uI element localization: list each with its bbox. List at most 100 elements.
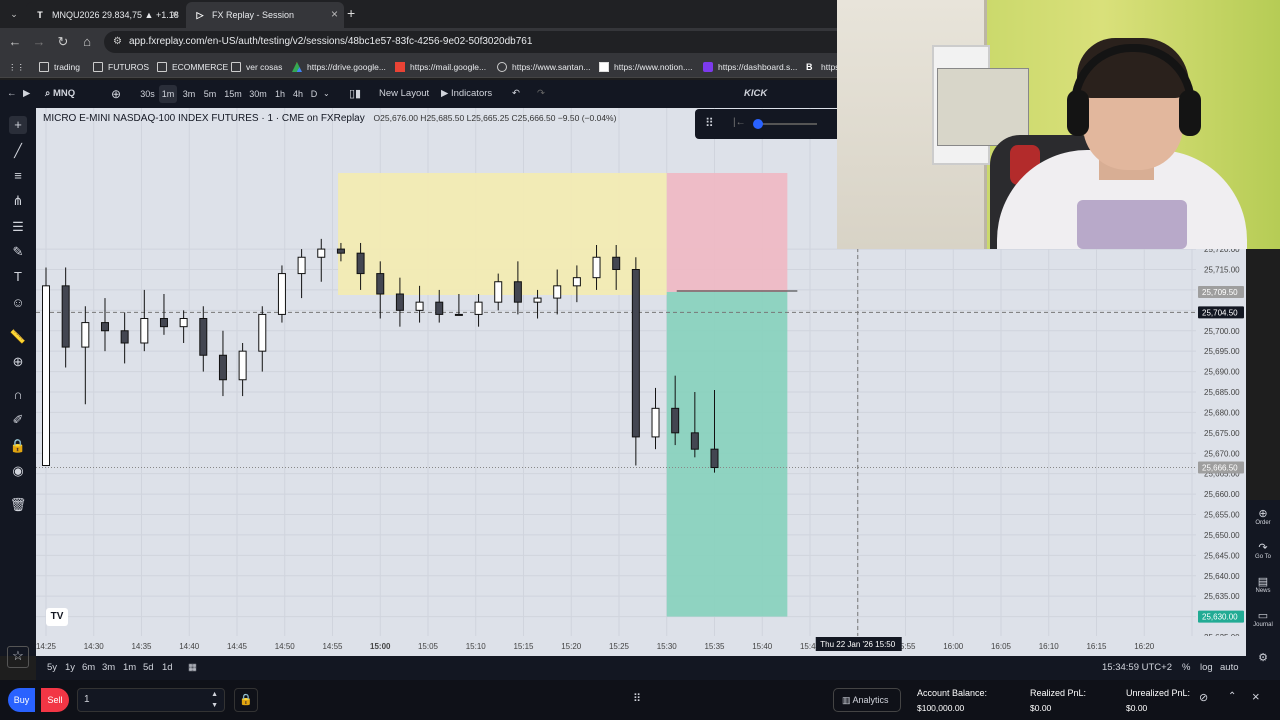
undo-icon[interactable]: ↶ — [512, 85, 520, 103]
hide-icon[interactable]: ⊘ — [1199, 691, 1208, 704]
price-tick-label: 25,645.00 — [1204, 551, 1240, 560]
horizontal-lines-icon[interactable]: ≡ — [9, 167, 27, 185]
sell-button[interactable]: Sell — [41, 688, 69, 712]
tf-5m[interactable]: 5m — [201, 85, 219, 103]
candle-bull — [317, 248, 326, 258]
bookmark-santander[interactable]: https://www.santan... — [497, 59, 590, 75]
back-icon[interactable]: ← — [7, 34, 23, 50]
reload-icon[interactable]: ↻ — [55, 34, 71, 50]
bookmark-drive[interactable]: https://drive.google... — [292, 59, 386, 75]
back-arrow-icon[interactable]: ← — [7, 85, 17, 103]
symbol-search[interactable]: ⌕ MNQ — [45, 85, 75, 103]
tf-1m[interactable]: 1m — [159, 85, 177, 103]
crosshair-icon[interactable]: + — [9, 116, 27, 134]
range-1d[interactable]: 1d — [162, 660, 173, 676]
price-tick-label: 25,695.00 — [1204, 347, 1240, 356]
candle-type-icon[interactable]: ▯▮ — [349, 85, 361, 103]
ruler-icon[interactable]: 📏 — [9, 328, 27, 346]
drag-grip-icon[interactable]: ⠿ — [633, 692, 641, 705]
new-tab-button[interactable]: + — [347, 5, 355, 21]
bookmark-https[interactable]: Bhttps — [806, 59, 839, 75]
auto-toggle[interactable]: auto — [1220, 660, 1239, 676]
price-tick-label: 25,690.00 — [1204, 368, 1240, 377]
url-text: app.fxreplay.com/en-US/auth/testing/v2/s… — [129, 36, 533, 47]
new-layout-button[interactable]: New Layout — [379, 85, 429, 103]
tf-30s[interactable]: 30s — [137, 85, 158, 103]
bookmark-dashboard[interactable]: https://dashboard.s... — [703, 59, 797, 75]
tab-search-button[interactable]: ⌄ — [6, 6, 22, 22]
tf-4h[interactable]: 4h — [290, 85, 306, 103]
chevron-down-icon[interactable]: ⌄ — [323, 85, 330, 103]
buy-button[interactable]: Buy — [8, 688, 35, 712]
stepper-icon[interactable]: ▲ ▼ — [211, 689, 218, 711]
url-field[interactable]: ⚙ app.fxreplay.com/en-US/auth/testing/v2… — [104, 31, 864, 53]
range-1m[interactable]: 1m — [123, 660, 136, 676]
tab-fxreplay[interactable]: ▷ FX Replay - Session × — [186, 2, 344, 28]
redo-icon[interactable]: ↷ — [537, 85, 545, 103]
goto-button[interactable]: ↷ Go To — [1248, 542, 1278, 560]
magnet-icon[interactable]: ∩ — [9, 386, 27, 404]
apps-icon[interactable]: ⋮⋮ — [8, 59, 25, 75]
close-icon[interactable]: × — [1252, 689, 1260, 704]
trash-icon[interactable]: 🗑 — [9, 496, 27, 514]
range-5y[interactable]: 5y — [47, 660, 57, 676]
candle-bull — [454, 313, 463, 316]
calendar-icon[interactable]: ▦ — [188, 660, 197, 676]
emoji-icon[interactable]: ☺ — [9, 294, 27, 312]
drag-handle-icon[interactable]: ⠿ — [705, 116, 714, 130]
price-tick-label: 25,635.00 — [1204, 592, 1240, 601]
bookmark-folder-futuros[interactable]: FUTUROS — [93, 59, 149, 75]
trendline-icon[interactable]: ╱ — [9, 142, 27, 160]
order-button[interactable]: ⊕ Order — [1248, 508, 1278, 526]
bookmark-folder-ecommerce[interactable]: ECOMMERCE — [157, 59, 228, 75]
site-info-icon[interactable]: ⚙ — [113, 31, 122, 53]
tf-1h[interactable]: 1h — [272, 85, 288, 103]
lock-order-icon[interactable]: 🔒 — [234, 688, 258, 712]
log-toggle[interactable]: log — [1200, 660, 1213, 676]
bookmark-label: FUTUROS — [108, 62, 150, 72]
news-button[interactable]: ▤ News — [1248, 576, 1278, 594]
tf-d[interactable]: D — [308, 85, 320, 103]
lock-icon[interactable]: 🔒 — [9, 437, 27, 455]
candle-bull — [553, 285, 562, 299]
bookmark-folder-ver-cosas[interactable]: ver cosas — [231, 59, 282, 75]
draw-lock-icon[interactable]: ✐ — [9, 411, 27, 429]
close-tab-icon[interactable]: × — [171, 7, 178, 21]
replay-speed-slider[interactable] — [753, 119, 817, 129]
replay-icon[interactable]: ▶ — [23, 85, 30, 103]
zoom-icon[interactable]: ⊕ — [9, 353, 27, 371]
tf-3m[interactable]: 3m — [180, 85, 198, 103]
time-tick-label: 16:15 — [1086, 642, 1107, 651]
text-icon[interactable]: T — [9, 268, 27, 286]
journal-button[interactable]: ▭ Journal — [1248, 610, 1278, 628]
bookmark-folder-trading[interactable]: trading — [39, 59, 80, 75]
eye-icon[interactable]: ◉ — [9, 462, 27, 480]
brush-icon[interactable]: ✎ — [9, 243, 27, 261]
pitchfork-icon[interactable]: ⋔ — [9, 192, 27, 210]
tab-mnq[interactable]: T MNQU2026 29.834,75 ▲ +1.18 × — [26, 2, 184, 28]
range-6m[interactable]: 6m — [82, 660, 95, 676]
range-5d[interactable]: 5d — [143, 660, 154, 676]
close-tab-icon[interactable]: × — [331, 7, 338, 21]
add-symbol-icon[interactable]: ⊕ — [111, 85, 121, 103]
analytics-button[interactable]: ▥ Analytics — [833, 688, 901, 712]
home-icon[interactable]: ⌂ — [79, 34, 95, 50]
fib-icon[interactable]: ☰ — [9, 218, 27, 236]
range-1y[interactable]: 1y — [65, 660, 75, 676]
percent-toggle[interactable]: % — [1182, 660, 1190, 676]
tf-15m[interactable]: 15m — [222, 85, 244, 103]
bookmark-gmail[interactable]: https://mail.google... — [395, 59, 486, 75]
range-3m[interactable]: 3m — [102, 660, 115, 676]
slider-handle[interactable] — [753, 119, 763, 129]
bookmark-notion[interactable]: https://www.notion.... — [599, 59, 692, 75]
indicators-icon: ▶ — [441, 88, 449, 99]
step-back-icon[interactable]: |← — [733, 117, 746, 128]
chevron-up-icon[interactable]: ⌃ — [1228, 691, 1236, 702]
tf-30m[interactable]: 30m — [247, 85, 269, 103]
settings-icon[interactable]: ⚙ — [1248, 652, 1278, 664]
favorites-star-icon[interactable]: ☆ — [7, 646, 29, 668]
forward-icon[interactable]: → — [31, 34, 47, 50]
candle-bull — [297, 256, 306, 275]
quantity-input[interactable]: 1 ▲ ▼ — [77, 688, 225, 712]
indicators-button[interactable]: ▶ Indicators — [441, 85, 492, 103]
